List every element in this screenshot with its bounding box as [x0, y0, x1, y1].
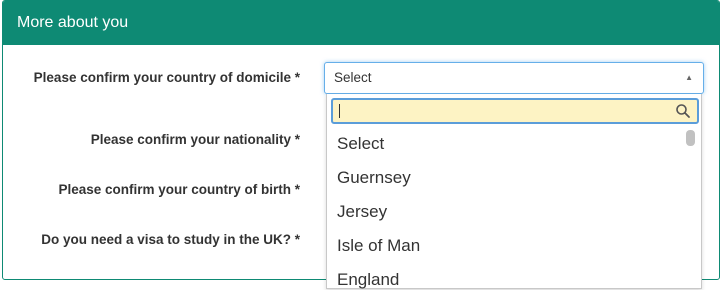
option-jersey[interactable]: Jersey: [327, 198, 683, 232]
country-dropdown: Select Guernsey Jersey Isle of Man Engla…: [326, 94, 702, 289]
option-select[interactable]: Select: [327, 130, 683, 164]
scrollbar-thumb[interactable]: [686, 130, 695, 146]
option-england[interactable]: England: [327, 266, 683, 290]
domicile-select-value: Select: [334, 70, 372, 85]
search-icon: [676, 104, 690, 118]
domicile-label: Please confirm your country of domicile …: [33, 70, 300, 85]
panel-title: More about you: [3, 1, 719, 45]
text-caret: [339, 104, 340, 118]
nationality-label: Please confirm your nationality *: [90, 132, 300, 147]
option-isle-of-man[interactable]: Isle of Man: [327, 232, 683, 266]
dropdown-scrollbar[interactable]: [686, 130, 695, 290]
chevron-up-icon[interactable]: ▲: [685, 63, 693, 93]
dropdown-search[interactable]: [331, 98, 699, 124]
option-guernsey[interactable]: Guernsey: [327, 164, 683, 198]
birth-country-label: Please confirm your country of birth *: [58, 182, 300, 197]
dropdown-options: Select Guernsey Jersey Isle of Man Engla…: [327, 130, 683, 290]
domicile-select[interactable]: Select ▲: [324, 62, 704, 94]
dropdown-search-input[interactable]: [333, 100, 681, 124]
visa-label: Do you need a visa to study in the UK? *: [41, 232, 300, 247]
